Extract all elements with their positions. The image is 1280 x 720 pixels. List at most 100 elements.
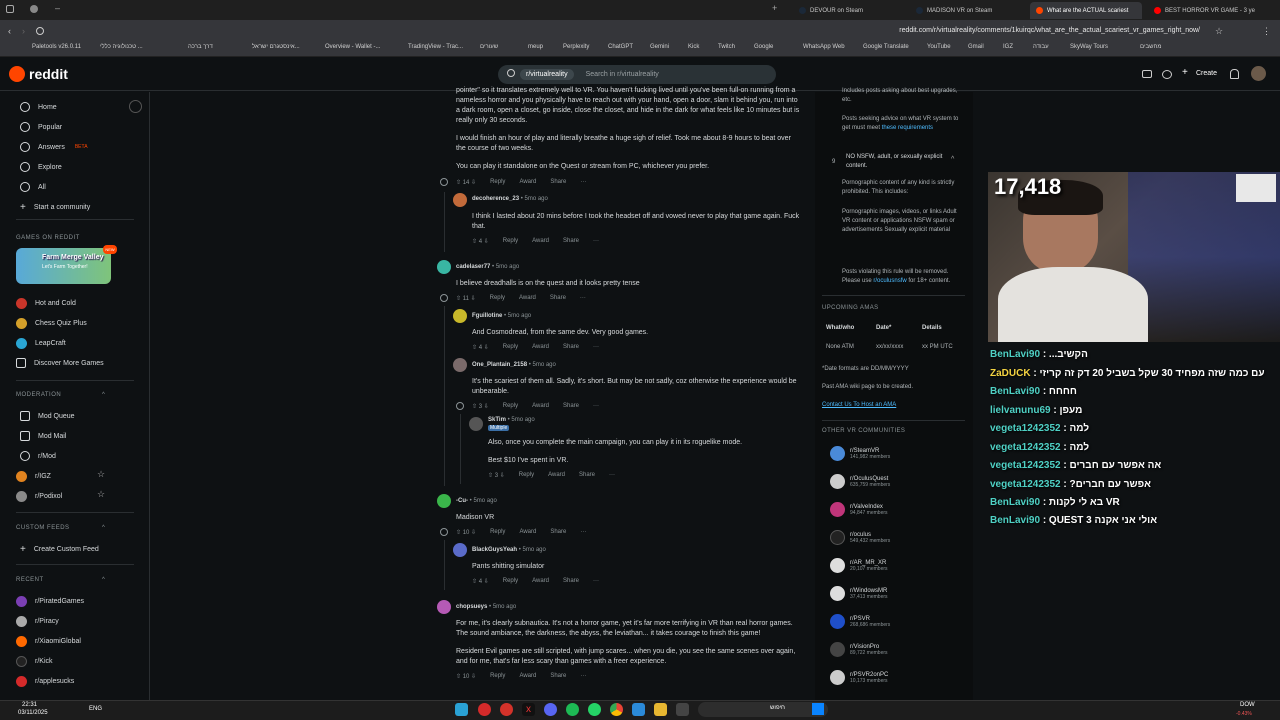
avatar[interactable] [453, 193, 467, 207]
community-item[interactable]: r/SteamVR 141,982 members [830, 446, 890, 461]
search-input[interactable]: Search in r/virtualreality [586, 71, 659, 78]
bookmark-item[interactable]: מחשבים [1140, 44, 1162, 50]
sidebar-item-game[interactable]: Hot and Cold [16, 298, 76, 309]
more-options-icon[interactable]: ··· [580, 673, 586, 680]
bookmark-item[interactable]: SkyWay Tours [1070, 44, 1108, 50]
comment-author[interactable]: chopsueys • 5mo ago [456, 604, 516, 610]
more-options-icon[interactable]: ··· [593, 403, 599, 410]
award-button[interactable]: Award [519, 673, 536, 680]
oculusnsfw-link[interactable]: r/oculusnsfw [873, 278, 906, 284]
bookmark-item[interactable]: Paletools v26.0.11 [32, 44, 81, 50]
collapse-thread-icon[interactable] [440, 528, 448, 536]
vote-control[interactable]: ⇧ 3 ⇩ [472, 403, 489, 410]
comment-author[interactable]: One_Plantain_2158 • 5mo ago [472, 362, 556, 368]
sidebar-item-rpodixol[interactable]: r/Podixol [16, 491, 62, 502]
vote-control[interactable]: ⇧ 10 ⇩ [456, 673, 476, 680]
more-options-icon[interactable]: ··· [580, 529, 586, 536]
community-item[interactable]: r/PSVR2onPC 10,173 members [830, 670, 888, 685]
sidebar-item-recent[interactable]: r/PiratedGames [16, 596, 84, 607]
share-button[interactable]: Share [550, 179, 566, 186]
bookmark-item[interactable]: ChatGPT [608, 44, 633, 50]
reload-icon[interactable] [36, 27, 44, 35]
share-button[interactable]: Share [563, 344, 579, 351]
sidebar-item-recent[interactable]: r/applesucks [16, 676, 74, 687]
collapse-thread-icon[interactable] [440, 178, 448, 186]
community-item[interactable]: r/VisionPro 89,722 members [830, 642, 888, 657]
game-banner-farm-merge[interactable]: Farm Merge Valley Let's Farm Together! [16, 248, 111, 284]
tab-search-icon[interactable] [30, 5, 38, 13]
share-button[interactable]: Share [563, 578, 579, 585]
url-field[interactable]: reddit.com/r/virtualreality/comments/1ku… [840, 25, 1200, 37]
search-bar[interactable]: r/virtualreality Search in r/virtualreal… [498, 65, 776, 84]
share-button[interactable]: Share [563, 403, 579, 410]
vote-control[interactable]: ⇧ 14 ⇩ [456, 179, 476, 186]
back-icon[interactable]: ‹ [8, 26, 11, 36]
tab-reddit-active[interactable]: What are the ACTUAL scariest [1030, 2, 1142, 19]
community-item[interactable]: r/WindowsMR 37,413 members [830, 586, 888, 601]
award-button[interactable]: Award [519, 529, 536, 536]
sidebar-item-mod-queue[interactable]: Mod Queue [20, 411, 75, 421]
sidebar-item-mod-mail[interactable]: Mod Mail [20, 431, 66, 441]
tab-youtube[interactable]: BEST HORROR VR GAME - 3 ye [1148, 2, 1268, 19]
more-options-icon[interactable]: ··· [609, 472, 615, 479]
share-button[interactable]: Share [579, 472, 595, 479]
sidebar-item-discover-games[interactable]: Discover More Games [16, 358, 104, 368]
sidebar-item-recent[interactable]: r/Piracy [16, 616, 59, 627]
sidebar-item-start-community[interactable]: + Start a community [20, 202, 90, 213]
taskbar-search[interactable] [698, 702, 828, 717]
sidebar-item-game[interactable]: Chess Quiz Plus [16, 318, 87, 329]
vote-control[interactable]: ⇧ 10 ⇩ [456, 529, 476, 536]
comment-author[interactable]: SkTim • 5mo ago [488, 417, 535, 423]
subreddit-chip[interactable]: r/virtualreality [520, 69, 574, 80]
discord-icon[interactable] [544, 703, 557, 716]
rule-title[interactable]: NO NSFW, adult, or sexually explicit con… [846, 153, 946, 171]
bookmark-item[interactable]: TradingView - Trac... [408, 44, 463, 50]
share-button[interactable]: Share [550, 529, 566, 536]
vote-control[interactable]: ⇧ 11 ⇩ [456, 295, 476, 302]
vote-control[interactable]: ⇧ 4 ⇩ [472, 578, 489, 585]
forward-icon[interactable]: › [22, 26, 25, 36]
bookmark-item[interactable]: Google Translate [863, 44, 909, 50]
advertise-icon[interactable] [1142, 70, 1152, 78]
tab-madison[interactable]: MADISON VR on Steam [910, 2, 1025, 19]
browser-menu-icon[interactable]: ⋮ [1262, 26, 1271, 37]
reply-button[interactable]: Reply [490, 179, 505, 186]
reply-button[interactable]: Reply [519, 472, 534, 479]
chevron-up-icon[interactable]: ^ [102, 577, 105, 583]
avatar[interactable] [469, 417, 483, 431]
bookmark-item[interactable]: דרך ברכה [188, 44, 213, 50]
sidebar-item-all[interactable]: All [20, 182, 46, 192]
requirements-link[interactable]: these requirements [882, 125, 933, 131]
bookmark-item[interactable]: Perplexity [563, 44, 589, 50]
community-item[interactable]: r/PSVR 268,686 members [830, 614, 890, 629]
more-options-icon[interactable]: ··· [593, 344, 599, 351]
comment-author[interactable]: -Cu- • 5mo ago [456, 498, 497, 504]
telegram-icon[interactable] [455, 703, 468, 716]
collapse-thread-icon[interactable] [440, 294, 448, 302]
star-icon[interactable]: ☆ [97, 469, 105, 480]
vote-control[interactable]: ⇧ 3 ⇩ [488, 472, 505, 479]
bookmark-item[interactable]: שעורים [480, 44, 498, 50]
more-options-icon[interactable]: ··· [580, 295, 586, 302]
star-icon[interactable]: ☆ [97, 489, 105, 500]
award-button[interactable]: Award [532, 344, 549, 351]
bookmark-item[interactable]: Twitch [718, 44, 735, 50]
bookmark-item[interactable]: Overview - Wallet -... [325, 44, 380, 50]
share-button[interactable]: Share [563, 238, 579, 245]
bookmark-star-icon[interactable]: ☆ [1215, 26, 1223, 37]
sidebar-item-create-feed[interactable]: + Create Custom Feed [20, 544, 99, 555]
avatar[interactable] [437, 600, 451, 614]
reply-button[interactable]: Reply [490, 673, 505, 680]
vote-control[interactable]: ⇧ 4 ⇩ [472, 238, 489, 245]
window-menu-icon[interactable] [6, 5, 14, 13]
sidebar-item-home[interactable]: Home [20, 102, 57, 112]
app-icon[interactable] [676, 703, 689, 716]
bookmark-item[interactable]: YouTube [927, 44, 951, 50]
sidebar-item-popular[interactable]: Popular [20, 122, 62, 132]
spotify-icon[interactable] [566, 703, 579, 716]
avatar[interactable] [437, 260, 451, 274]
award-button[interactable]: Award [532, 403, 549, 410]
reply-button[interactable]: Reply [503, 578, 518, 585]
sidebar-item-answers[interactable]: Answers BETA [20, 142, 88, 152]
community-item[interactable]: r/OculusQuest 635,759 members [830, 474, 890, 489]
